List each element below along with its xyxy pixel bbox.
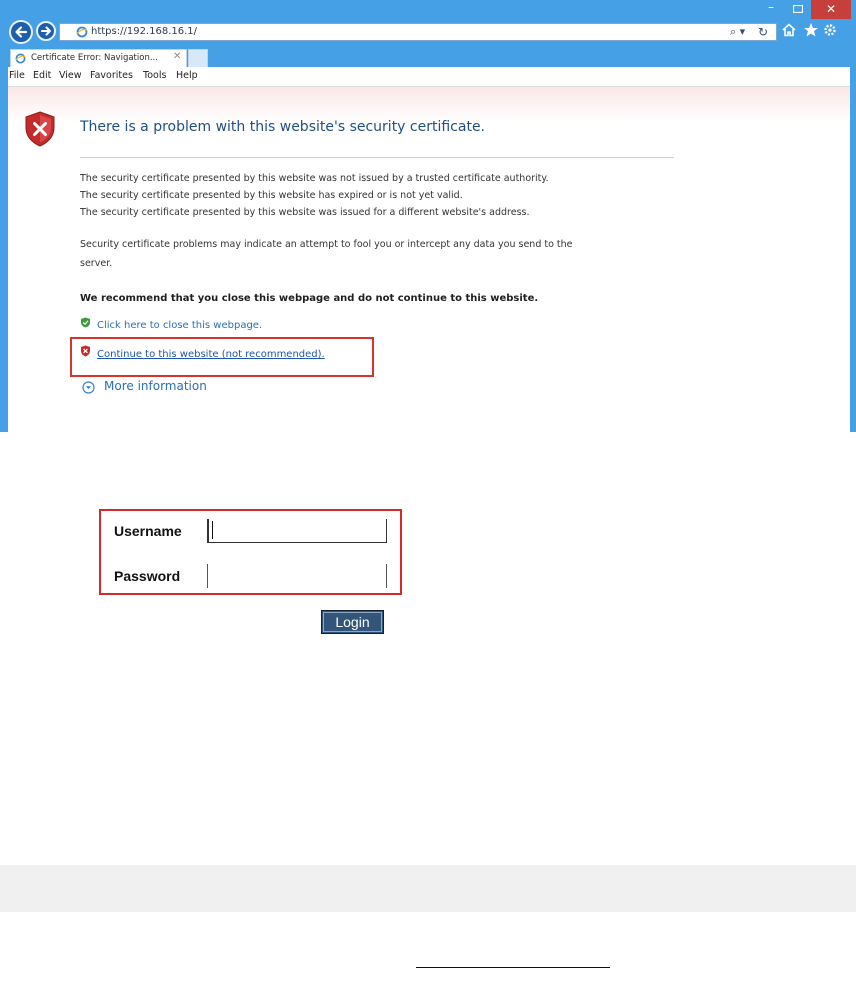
tab-title: Certificate Error: Navigation... — [31, 53, 158, 63]
error-shield-icon — [25, 111, 55, 147]
menu-edit[interactable]: Edit — [33, 70, 51, 82]
password-input[interactable] — [207, 564, 387, 588]
more-information-link[interactable]: More information — [104, 379, 207, 394]
reason-expired: The security certificate presented by th… — [80, 190, 463, 201]
back-arrow-icon — [15, 26, 28, 38]
new-tab-button[interactable] — [188, 49, 208, 67]
recommendation-text: We recommend that you close this webpage… — [80, 293, 539, 304]
minimize-icon: – — [768, 0, 774, 14]
footer-rule — [416, 967, 610, 968]
tab-strip: Certificate Error: Navigation... ✕ — [0, 46, 856, 67]
refresh-icon[interactable]: ↻ — [758, 24, 768, 40]
maximize-button[interactable] — [785, 0, 811, 18]
menu-favorites[interactable]: Favorites — [90, 70, 133, 82]
search-icon[interactable]: ⌕ ▾ — [730, 24, 745, 40]
menu-tools[interactable]: Tools — [143, 70, 166, 82]
close-button[interactable]: ✕ — [811, 0, 851, 19]
reason-untrusted-authority: The security certificate presented by th… — [80, 173, 549, 184]
menu-bar: File Edit View Favorites Tools Help — [8, 67, 850, 87]
address-url[interactable]: https://192.168.16.1/ — [91, 25, 197, 39]
page-title: There is a problem with this website's s… — [80, 119, 486, 135]
expand-chevron-icon[interactable] — [82, 381, 95, 394]
warning-text-line-1: Security certificate problems may indica… — [80, 239, 573, 250]
footer-band — [0, 865, 856, 912]
menu-view[interactable]: View — [59, 70, 82, 82]
continue-to-website-link[interactable]: Continue to this website (not recommende… — [97, 348, 325, 361]
forward-arrow-icon — [41, 26, 51, 36]
settings-gear-icon[interactable] — [822, 22, 838, 38]
certificate-error-page: There is a problem with this website's s… — [8, 87, 850, 432]
red-shield-icon — [81, 345, 90, 357]
favorites-star-icon[interactable] — [802, 21, 820, 39]
maximize-icon — [793, 5, 803, 13]
close-icon: ✕ — [825, 2, 837, 16]
menu-file[interactable]: File — [9, 70, 25, 82]
home-icon[interactable] — [781, 22, 797, 38]
forward-button[interactable] — [36, 21, 56, 41]
tab-close-icon[interactable]: ✕ — [173, 51, 181, 63]
reason-address-mismatch: The security certificate presented by th… — [80, 207, 530, 218]
title-bar: https://192.168.16.1/ ⌕ ▾ ↻ – ✕ — [0, 0, 856, 44]
warning-text-line-2: server. — [80, 258, 113, 269]
minimize-button[interactable]: – — [757, 0, 785, 18]
password-label: Password — [114, 568, 181, 584]
browser-window: https://192.168.16.1/ ⌕ ▾ ↻ – ✕ Certific… — [0, 0, 856, 432]
text-caret — [212, 521, 213, 539]
menu-help[interactable]: Help — [176, 70, 198, 82]
address-bar[interactable]: https://192.168.16.1/ ⌕ ▾ ↻ — [59, 23, 777, 41]
green-shield-icon — [81, 317, 90, 328]
username-label: Username — [114, 523, 182, 539]
close-webpage-link[interactable]: Click here to close this webpage. — [97, 319, 262, 332]
username-input[interactable] — [207, 519, 387, 543]
ie-page-icon — [76, 26, 88, 38]
title-divider — [80, 157, 674, 158]
login-button[interactable]: Login — [321, 610, 384, 634]
tab-certificate-error[interactable]: Certificate Error: Navigation... ✕ — [10, 49, 187, 67]
back-button[interactable] — [9, 20, 33, 44]
ie-tab-icon — [15, 53, 26, 64]
